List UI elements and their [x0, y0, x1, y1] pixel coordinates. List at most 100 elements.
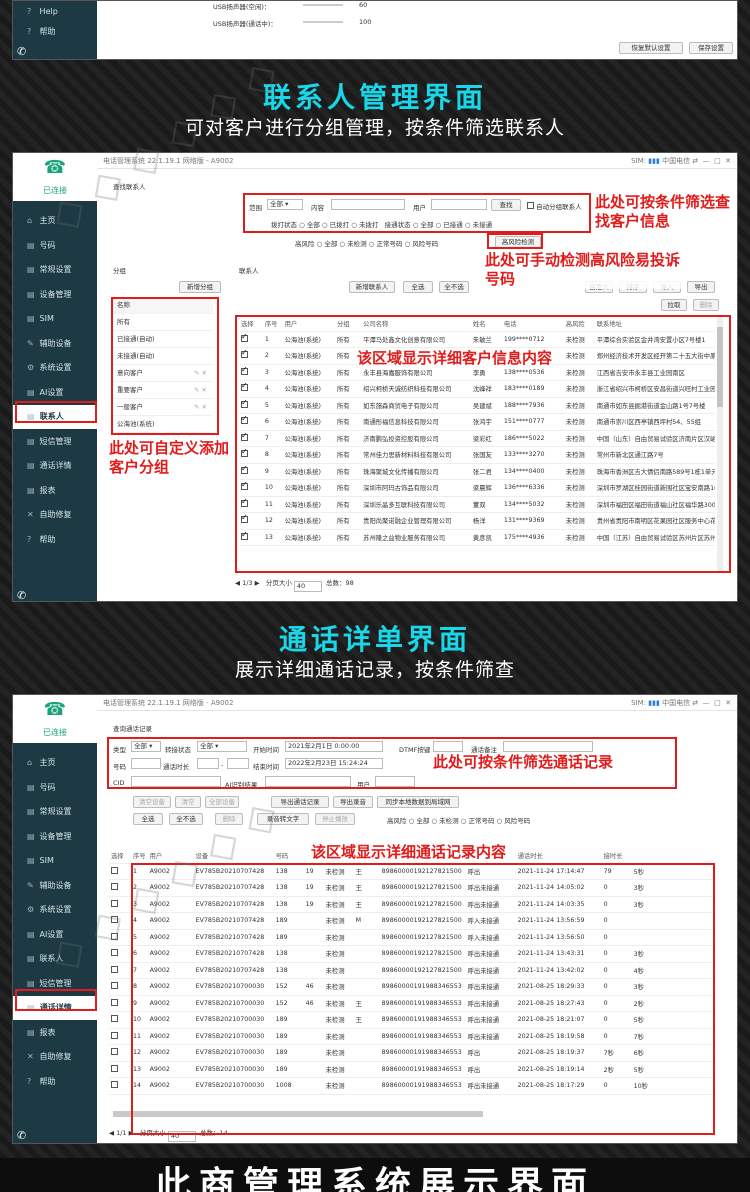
row-checkbox-cell[interactable]	[109, 912, 131, 930]
sidebar-item-10[interactable]: ▤ 通话详情	[13, 454, 97, 478]
row-checkbox[interactable]	[111, 965, 118, 973]
contact-action-button[interactable]: 导出	[687, 281, 715, 293]
row-checkbox-cell[interactable]	[109, 929, 131, 946]
prev-page-icon[interactable]: ◀	[109, 1129, 114, 1137]
sidebar-item-1[interactable]: ▤ 号码	[13, 234, 97, 258]
nav-icon: ▤	[27, 436, 35, 446]
row-checkbox[interactable]	[111, 916, 118, 924]
call-action-button[interactable]: 同步本地数据到局域网	[377, 796, 459, 808]
column-header[interactable]: 选择	[109, 849, 131, 864]
risk-opt-unchecked[interactable]: 未检测	[347, 240, 367, 248]
sidebar-item-0[interactable]: ⌂ 主页	[13, 209, 97, 233]
risk-opt-normal[interactable]: 正常号码	[376, 240, 402, 248]
sidebar-item-4[interactable]: ▤ SIM	[13, 307, 97, 331]
row-checkbox[interactable]	[111, 883, 118, 891]
pull-button[interactable]: 拉取	[661, 299, 687, 311]
sidebar-item-6[interactable]: ⚙ 系统设置	[13, 898, 97, 922]
call-action-button[interactable]: 停止播放	[315, 813, 355, 825]
sidebar-item-3[interactable]: ▤ 设备管理	[13, 283, 97, 307]
sidebar-item-3[interactable]: ▤ 设备管理	[13, 825, 97, 849]
contact-action-button[interactable]: 新增联系人	[349, 281, 395, 293]
row-checkbox[interactable]	[111, 982, 118, 990]
column-header[interactable]: 接时长	[601, 849, 632, 864]
call-action-button[interactable]: 全部设备	[205, 796, 239, 808]
sidebar-item-0[interactable]: ⌂ 主页	[13, 751, 97, 775]
row-checkbox-cell[interactable]	[109, 879, 131, 897]
risk-opt-normal[interactable]: 正常号码	[468, 817, 494, 825]
usb-call-slider[interactable]	[303, 21, 343, 23]
row-checkbox[interactable]	[111, 866, 118, 874]
row-checkbox-cell[interactable]	[109, 978, 131, 996]
row-checkbox[interactable]	[111, 949, 118, 957]
call-action-button[interactable]: 清空设备	[133, 796, 171, 808]
next-page-icon[interactable]: ▶	[255, 579, 260, 587]
risk-opt-all[interactable]: 全部	[324, 240, 337, 248]
save-settings-button[interactable]: 保存设置	[689, 42, 733, 54]
row-checkbox[interactable]	[111, 998, 118, 1006]
row-checkbox[interactable]	[111, 1048, 118, 1056]
row-checkbox-cell[interactable]	[109, 1077, 131, 1095]
sidebar-item-5[interactable]: ✎ 辅助设备	[13, 874, 97, 898]
delete-button[interactable]: 删除	[693, 299, 719, 311]
contact-action-button[interactable]: 全不选	[439, 281, 469, 293]
column-header[interactable]: 通话时长	[515, 849, 602, 864]
restore-default-button[interactable]: 恢复默认设置	[619, 42, 683, 54]
row-checkbox-cell[interactable]	[109, 1061, 131, 1078]
call-action-button[interactable]: 全选	[133, 813, 163, 825]
row-checkbox[interactable]	[111, 1064, 118, 1072]
row-checkbox[interactable]	[111, 1015, 118, 1023]
sidebar-item-2[interactable]: ▤ 常规设置	[13, 258, 97, 282]
sidebar-item-5[interactable]: ✎ 辅助设备	[13, 332, 97, 356]
column-header[interactable]: 设备	[193, 849, 274, 864]
sidebar-item-12[interactable]: ✕ 自助修复	[13, 1045, 97, 1069]
row-checkbox[interactable]	[111, 932, 118, 940]
page-size-input[interactable]: 40	[293, 581, 322, 592]
sidebar-item-11[interactable]: ▤ 报表	[13, 1021, 97, 1045]
call-action-button[interactable]: 全不选	[169, 813, 203, 825]
column-header[interactable]: 序号	[131, 849, 148, 864]
usb-idle-slider[interactable]	[303, 4, 343, 6]
sidebar-item-2[interactable]: ▤ 常规设置	[13, 800, 97, 824]
call-action-button[interactable]: 录音转文字	[257, 813, 309, 825]
risk-opt-risky[interactable]: 风险号码	[504, 817, 530, 825]
row-checkbox-cell[interactable]	[109, 962, 131, 979]
risk-opt-unchecked[interactable]: 未检测	[439, 817, 459, 825]
nav-icon: ✕	[27, 510, 34, 519]
sidebar-item-6[interactable]: ⚙ 系统设置	[13, 356, 97, 380]
row-checkbox[interactable]	[111, 1081, 118, 1089]
row-checkbox-cell[interactable]	[109, 1028, 131, 1045]
sidebar-item-13[interactable]: ? 帮助	[13, 528, 97, 552]
row-checkbox[interactable]	[111, 1031, 118, 1039]
sidebar-item-9[interactable]: ▤ 短信管理	[13, 430, 97, 454]
call-action-button[interactable]: 导出录音	[333, 796, 373, 808]
row-checkbox-cell[interactable]	[109, 1044, 131, 1062]
column-header[interactable]: 号码	[273, 849, 304, 864]
sidebar-item-13[interactable]: ? 帮助	[13, 1070, 97, 1094]
row-checkbox-cell[interactable]	[109, 1011, 131, 1029]
total-label: 总数：	[326, 579, 346, 587]
sidebar-item-help[interactable]: ? 帮助	[13, 23, 97, 41]
call-action-button[interactable]: 删除	[215, 813, 243, 825]
sidebar-item-8[interactable]: ▤ 联系人	[13, 947, 97, 971]
sidebar-item-1[interactable]: ▤ 号码	[13, 776, 97, 800]
row-checkbox-cell[interactable]	[109, 995, 131, 1012]
contact-action-button[interactable]: 全选	[403, 281, 433, 293]
new-group-button[interactable]: 新增分组	[179, 281, 221, 293]
call-action-button[interactable]: 清空	[175, 796, 201, 808]
call-action-button[interactable]: 导出通话记录	[271, 796, 329, 808]
column-header[interactable]: 用户	[147, 849, 194, 864]
risk-opt-risky[interactable]: 风险号码	[412, 240, 438, 248]
risk-filter[interactable]: 高风险 ○ 全部 ○ 未检测 ○ 正常号码 ○ 风险号码	[387, 815, 530, 825]
prev-page-icon[interactable]: ◀	[235, 579, 240, 587]
sidebar-item-7[interactable]: ▤ AI设置	[13, 923, 97, 947]
row-checkbox[interactable]	[111, 899, 118, 907]
row-checkbox-cell[interactable]	[109, 863, 131, 880]
sidebar-item-help-en[interactable]: ? Help	[13, 3, 97, 21]
sidebar-item-12[interactable]: ✕ 自助修复	[13, 503, 97, 527]
risk-filter[interactable]: 高风险 ○ 全部 ○ 未检测 ○ 正常号码 ○ 风险号码	[295, 238, 438, 248]
row-checkbox-cell[interactable]	[109, 896, 131, 913]
sidebar-item-11[interactable]: ▤ 报表	[13, 479, 97, 503]
risk-opt-all[interactable]: 全部	[416, 817, 429, 825]
sidebar-item-4[interactable]: ▤ SIM	[13, 849, 97, 873]
row-checkbox-cell[interactable]	[109, 945, 131, 963]
